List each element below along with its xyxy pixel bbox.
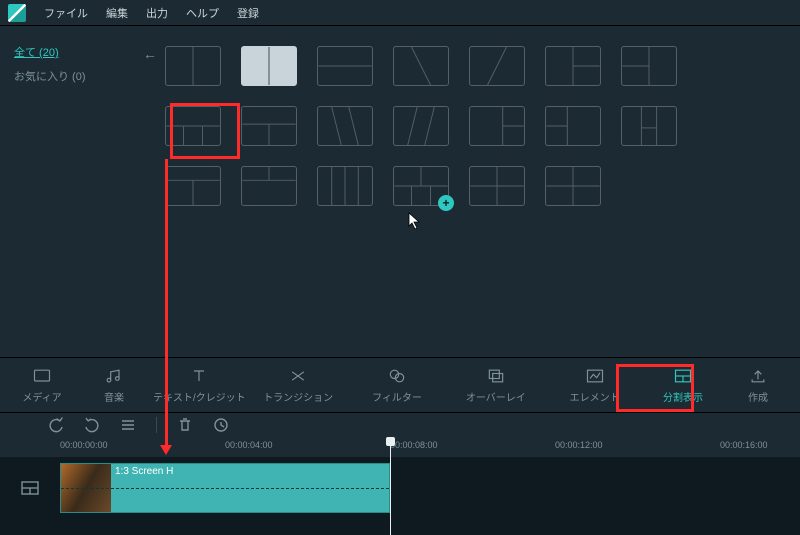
track-header[interactable] xyxy=(0,463,60,513)
tab-media-label: メディア xyxy=(22,389,61,404)
timeline: 00:00:00:00 00:00:04:00 00:00:08:00 00:0… xyxy=(0,437,800,535)
layout-2row-1r[interactable] xyxy=(545,106,601,146)
tab-media[interactable]: メディア xyxy=(6,362,78,408)
sidebar-all-link[interactable]: 全て (20) xyxy=(14,47,59,59)
tick-0: 00:00:00:00 xyxy=(60,440,108,450)
layout-3diag-r[interactable] xyxy=(393,106,449,146)
tab-music-label: 音楽 xyxy=(104,389,124,404)
tab-overlay-label: オーバーレイ xyxy=(466,389,526,404)
layout-3diag-l[interactable] xyxy=(317,106,373,146)
tab-transition-label: トランジション xyxy=(263,389,333,404)
sidebar: 全て (20) お気に入り (0) ← xyxy=(0,26,165,357)
redo-icon[interactable] xyxy=(84,417,100,433)
tab-filter-label: フィルター xyxy=(372,389,422,404)
edit-toolbar xyxy=(0,413,800,437)
timeline-ruler[interactable]: 00:00:00:00 00:00:04:00 00:00:08:00 00:0… xyxy=(0,437,800,457)
cursor-icon xyxy=(408,212,422,230)
menu-register[interactable]: 登録 xyxy=(237,5,259,21)
app-logo xyxy=(8,4,26,22)
tab-element-label: エレメント xyxy=(570,389,620,404)
layout-2col-selected[interactable] xyxy=(241,46,297,86)
menu-file[interactable]: ファイル xyxy=(44,5,88,21)
tick-4: 00:00:16:00 xyxy=(720,440,768,450)
tab-text[interactable]: テキスト/クレジット xyxy=(150,362,249,408)
add-layout-icon[interactable]: + xyxy=(438,195,454,211)
tab-split[interactable]: 分割表示 xyxy=(644,362,722,408)
menu-help[interactable]: ヘルプ xyxy=(186,5,219,21)
layout-2t1b[interactable] xyxy=(165,166,221,206)
tab-music[interactable]: 音楽 xyxy=(78,362,150,408)
clip-label: 1:3 Screen H xyxy=(111,464,177,479)
tick-2: 00:00:08:00 xyxy=(390,440,438,450)
tab-element[interactable]: エレメント xyxy=(545,362,644,408)
timeline-clip[interactable]: 1:3 Screen H xyxy=(60,463,390,513)
clock-icon[interactable] xyxy=(213,417,229,433)
layout-2col[interactable] xyxy=(165,46,221,86)
layout-1t2b[interactable] xyxy=(241,106,297,146)
list-icon[interactable] xyxy=(120,417,136,433)
back-arrow-icon[interactable]: ← xyxy=(143,46,157,62)
tab-overlay[interactable]: オーバーレイ xyxy=(446,362,545,408)
layout-gallery: + xyxy=(165,26,800,357)
layout-1l2r[interactable] xyxy=(241,166,297,206)
layout-2l2tb[interactable] xyxy=(469,166,525,206)
layout-tri-tr[interactable] xyxy=(621,46,677,86)
layout-2col-1r[interactable] xyxy=(469,106,525,146)
trash-icon[interactable] xyxy=(177,417,193,433)
undo-icon[interactable] xyxy=(48,417,64,433)
menu-edit[interactable]: 編集 xyxy=(106,5,128,21)
layout-2row[interactable] xyxy=(317,46,373,86)
tick-1: 00:00:04:00 xyxy=(225,440,273,450)
tab-export-label: 作成 xyxy=(748,389,768,404)
layout-4grid[interactable]: + xyxy=(393,166,449,206)
sidebar-favorites[interactable]: お気に入り (0) xyxy=(14,68,151,84)
layout-4grid2[interactable] xyxy=(545,166,601,206)
layout-4col[interactable] xyxy=(317,166,373,206)
layout-tri-bl[interactable] xyxy=(165,106,221,146)
layout-tri-tl[interactable] xyxy=(545,46,601,86)
tab-export[interactable]: 作成 xyxy=(722,362,794,408)
tab-text-label: テキスト/クレジット xyxy=(153,389,245,404)
tab-split-label: 分割表示 xyxy=(663,389,703,404)
menu-bar: ファイル 編集 出力 ヘルプ 登録 xyxy=(0,0,800,26)
divider xyxy=(156,417,157,433)
layout-diag-right[interactable] xyxy=(393,46,449,86)
tick-3: 00:00:12:00 xyxy=(555,440,603,450)
layout-3rect[interactable] xyxy=(621,106,677,146)
tool-tabs: メディア 音楽 テキスト/クレジット トランジション フィルター オーバーレイ … xyxy=(0,357,800,413)
tab-filter[interactable]: フィルター xyxy=(348,362,447,408)
tab-transition[interactable]: トランジション xyxy=(249,362,348,408)
menu-output[interactable]: 出力 xyxy=(146,5,168,21)
layout-diag-left[interactable] xyxy=(469,46,525,86)
